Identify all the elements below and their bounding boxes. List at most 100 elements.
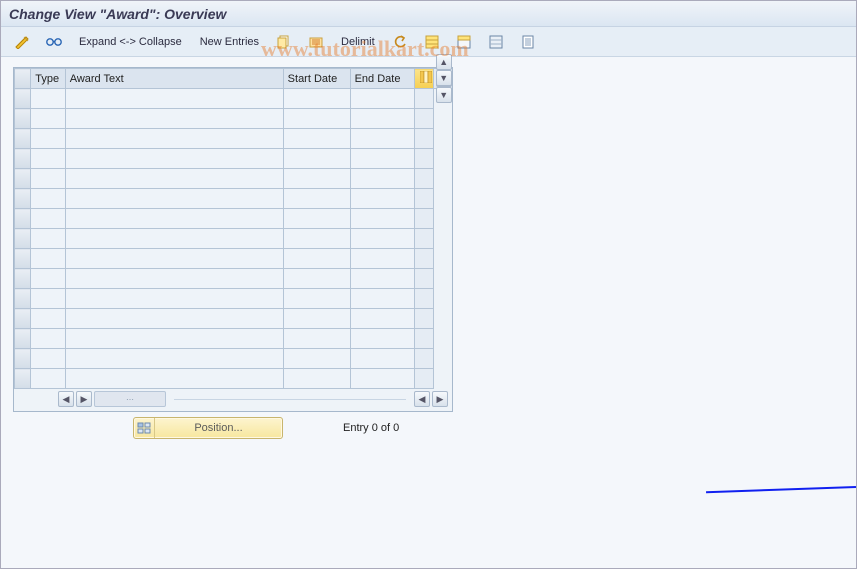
row-selector[interactable]	[15, 249, 31, 269]
scroll-first-icon[interactable]: ◀	[58, 391, 74, 407]
scroll-up-bottom-icon[interactable]: ▲	[436, 54, 452, 70]
row-selector[interactable]	[15, 109, 31, 129]
scroll-down-icon[interactable]: ▼	[436, 87, 452, 103]
grid-cell[interactable]	[31, 289, 65, 309]
row-selector[interactable]	[15, 269, 31, 289]
grid-cell[interactable]	[31, 369, 65, 389]
grid-cell[interactable]	[65, 189, 283, 209]
grid-cell[interactable]	[65, 149, 283, 169]
grid-cell[interactable]	[350, 269, 415, 289]
delete-icon[interactable]	[301, 31, 331, 53]
table-row[interactable]	[15, 149, 452, 169]
grid-cell[interactable]	[350, 349, 415, 369]
position-button[interactable]: Position...	[133, 417, 283, 439]
row-selector[interactable]	[15, 89, 31, 109]
row-selector[interactable]	[15, 229, 31, 249]
table-row[interactable]	[15, 189, 452, 209]
grid-cell[interactable]	[65, 329, 283, 349]
table-row[interactable]	[15, 209, 452, 229]
glasses-icon[interactable]	[39, 31, 69, 53]
row-selector[interactable]	[15, 309, 31, 329]
grid-cell[interactable]	[31, 189, 65, 209]
select-all-icon[interactable]	[417, 31, 447, 53]
copy-icon[interactable]	[269, 31, 299, 53]
table-row[interactable]	[15, 169, 452, 189]
grid-cell[interactable]	[31, 269, 65, 289]
grid-cell[interactable]	[283, 269, 350, 289]
col-header-start-date[interactable]: Start Date	[283, 69, 350, 89]
table-row[interactable]	[15, 109, 452, 129]
grid-cell[interactable]	[65, 169, 283, 189]
grid-cell[interactable]	[350, 229, 415, 249]
table-row[interactable]	[15, 349, 452, 369]
col-header-award-text[interactable]: Award Text	[65, 69, 283, 89]
select-block-icon[interactable]	[449, 31, 479, 53]
grid-cell[interactable]	[283, 129, 350, 149]
expand-collapse-button[interactable]: Expand <-> Collapse	[71, 31, 190, 53]
grid-cell[interactable]	[65, 129, 283, 149]
grid-cell[interactable]	[65, 309, 283, 329]
grid-cell[interactable]	[31, 89, 65, 109]
row-selector-header[interactable]	[15, 69, 31, 89]
row-selector[interactable]	[15, 369, 31, 389]
new-entries-button[interactable]: New Entries	[192, 31, 267, 53]
grid-cell[interactable]	[283, 349, 350, 369]
deselect-all-icon[interactable]	[481, 31, 511, 53]
grid-cell[interactable]	[31, 129, 65, 149]
grid-cell[interactable]	[350, 329, 415, 349]
grid-cell[interactable]	[350, 149, 415, 169]
table-row[interactable]	[15, 369, 452, 389]
grid-cell[interactable]	[350, 169, 415, 189]
doc-list-icon[interactable]	[513, 31, 543, 53]
grid-cell[interactable]	[350, 249, 415, 269]
grid-cell[interactable]	[350, 129, 415, 149]
table-row[interactable]	[15, 269, 452, 289]
grid-cell[interactable]	[283, 209, 350, 229]
grid-cell[interactable]	[31, 349, 65, 369]
row-selector[interactable]	[15, 129, 31, 149]
grid-cell[interactable]	[65, 289, 283, 309]
row-selector[interactable]	[15, 149, 31, 169]
grid-cell[interactable]	[31, 229, 65, 249]
table-row[interactable]	[15, 249, 452, 269]
row-selector[interactable]	[15, 349, 31, 369]
delimit-button[interactable]: Delimit	[333, 31, 383, 53]
grid-cell[interactable]	[283, 369, 350, 389]
grid-cell[interactable]	[283, 249, 350, 269]
grid-cell[interactable]	[31, 169, 65, 189]
grid-cell[interactable]	[283, 189, 350, 209]
grid-cell[interactable]	[65, 369, 283, 389]
row-selector[interactable]	[15, 209, 31, 229]
grid-cell[interactable]	[350, 289, 415, 309]
grid-cell[interactable]	[65, 109, 283, 129]
grid-cell[interactable]	[65, 209, 283, 229]
scroll-down-bottom-icon[interactable]: ▼	[436, 70, 452, 86]
scroll-right-icon[interactable]: ◀	[414, 391, 430, 407]
scroll-left-icon[interactable]: ▶	[76, 391, 92, 407]
grid-cell[interactable]	[350, 309, 415, 329]
grid-cell[interactable]	[31, 309, 65, 329]
grid-cell[interactable]	[350, 109, 415, 129]
col-header-type[interactable]: Type	[31, 69, 65, 89]
grid-cell[interactable]	[283, 89, 350, 109]
grid-cell[interactable]	[350, 369, 415, 389]
row-selector[interactable]	[15, 289, 31, 309]
grid-cell[interactable]	[65, 89, 283, 109]
toggle-display-change-icon[interactable]	[7, 31, 37, 53]
scroll-last-icon[interactable]: ▶	[432, 391, 448, 407]
grid-cell[interactable]	[283, 229, 350, 249]
grid-cell[interactable]	[350, 89, 415, 109]
grid-cell[interactable]	[31, 209, 65, 229]
grid-cell[interactable]	[31, 149, 65, 169]
table-row[interactable]	[15, 329, 452, 349]
grid-cell[interactable]	[283, 329, 350, 349]
grid-cell[interactable]	[65, 349, 283, 369]
row-selector[interactable]	[15, 189, 31, 209]
grid-cell[interactable]	[283, 109, 350, 129]
grid-cell[interactable]	[283, 169, 350, 189]
grid-cell[interactable]	[31, 329, 65, 349]
grid-cell[interactable]	[31, 109, 65, 129]
grid-cell[interactable]	[350, 209, 415, 229]
grid-cell[interactable]	[65, 249, 283, 269]
row-selector[interactable]	[15, 169, 31, 189]
